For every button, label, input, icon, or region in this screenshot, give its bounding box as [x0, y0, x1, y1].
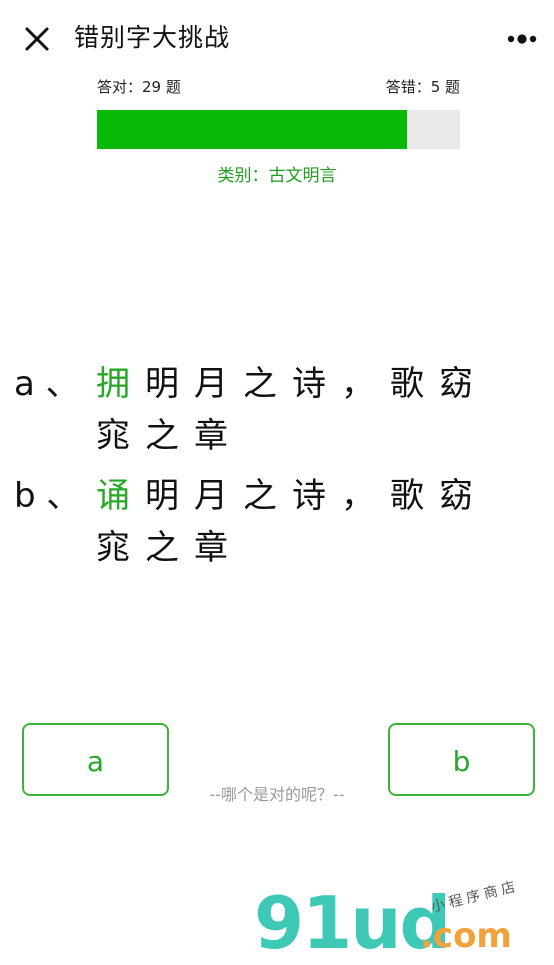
option-b-text: 诵明月之诗，歌窈窕之章	[96, 470, 530, 574]
wrong-count: 答错：5 题	[385, 78, 460, 96]
score-stats: 答对：29 题 答错：5 题	[97, 76, 460, 98]
option-a-highlight: 拥	[96, 364, 145, 404]
header-bar: 错别字大挑战	[0, 0, 554, 78]
question-hint: --哪个是对的呢？--	[209, 785, 345, 804]
category-label: 类别：古文明言	[0, 164, 554, 188]
watermark-logo: 91ud .com 小程序商店	[250, 878, 550, 962]
correct-count: 答对：29 题	[97, 78, 181, 96]
option-b-letter: b 、	[14, 476, 81, 516]
category-prefix: 类别：	[217, 166, 269, 186]
category-value: 古文明言	[268, 166, 337, 186]
option-b-rest: 明月之诗，歌窈窕之章	[96, 476, 488, 568]
page-title: 错别字大挑战	[74, 23, 231, 52]
option-b: b 、 诵明月之诗，歌窈窕之章	[14, 470, 534, 580]
more-icon	[507, 34, 537, 44]
progress-fill	[97, 110, 407, 149]
watermark-domain: .com	[420, 916, 512, 956]
option-a: a 、 拥明月之诗，歌窈窕之章	[14, 358, 534, 468]
close-button[interactable]	[18, 20, 56, 58]
option-b-highlight: 诵	[96, 476, 145, 516]
option-a-rest: 明月之诗，歌窈窕之章	[96, 364, 488, 456]
score-progress-bar	[97, 110, 460, 149]
option-a-letter: a 、	[14, 364, 80, 404]
more-button[interactable]	[502, 22, 542, 54]
option-a-text: 拥明月之诗，歌窈窕之章	[96, 358, 530, 462]
close-icon	[25, 27, 49, 51]
